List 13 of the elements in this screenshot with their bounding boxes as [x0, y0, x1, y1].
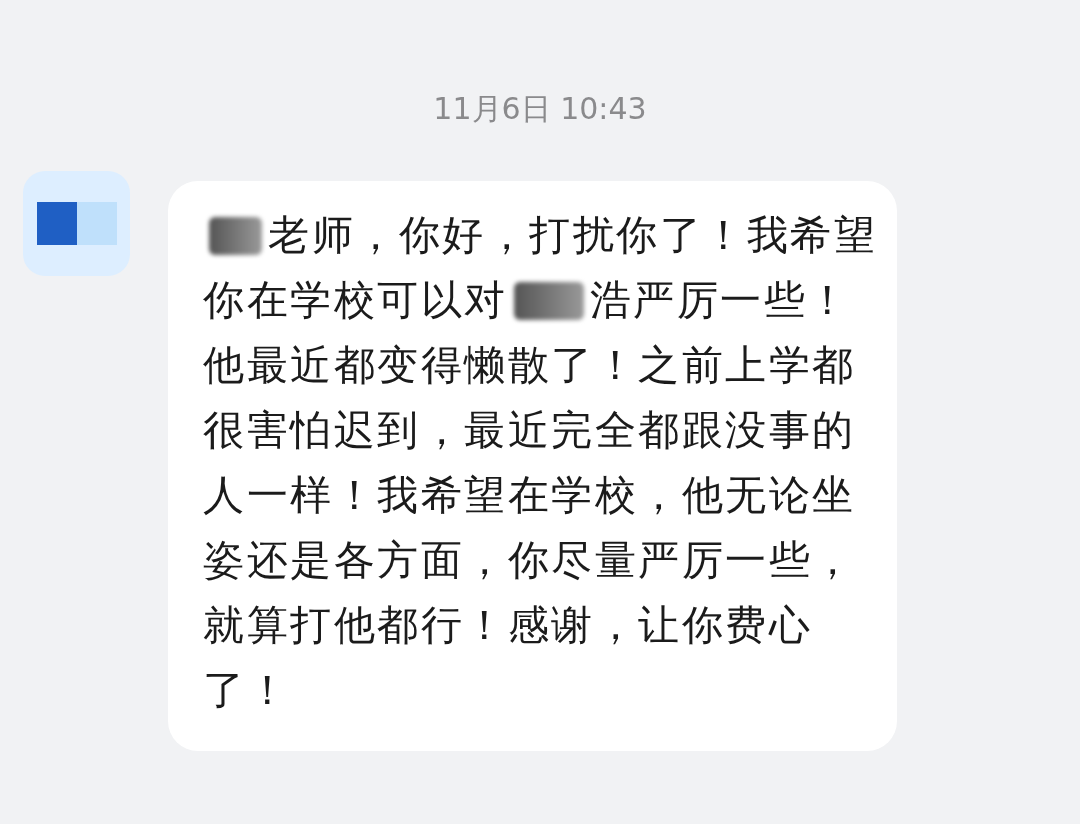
redaction-blur	[209, 216, 262, 255]
timestamp: 11月6日 10:43	[433, 90, 647, 128]
message-text: 人一样！我希望在学校，他无论坐	[203, 470, 856, 521]
message-text: 他最近都变得懒散了！之前上学都	[203, 340, 856, 391]
message-text: 老师，你好，打扰你了！我希望	[268, 210, 877, 261]
avatar[interactable]	[23, 171, 130, 276]
message-text: 你在学校可以对	[203, 275, 508, 326]
message-text: 姿还是各方面，你尽量严厉一些，	[203, 535, 856, 586]
message-text: 就算打他都行！感谢，让你费心	[203, 600, 812, 651]
message-text: 了！	[203, 665, 290, 716]
message-text: 很害怕迟到，最近完全都跟没事的	[203, 405, 856, 456]
redaction-blur	[513, 281, 584, 320]
message-text: 浩严厉一些！	[589, 275, 851, 326]
